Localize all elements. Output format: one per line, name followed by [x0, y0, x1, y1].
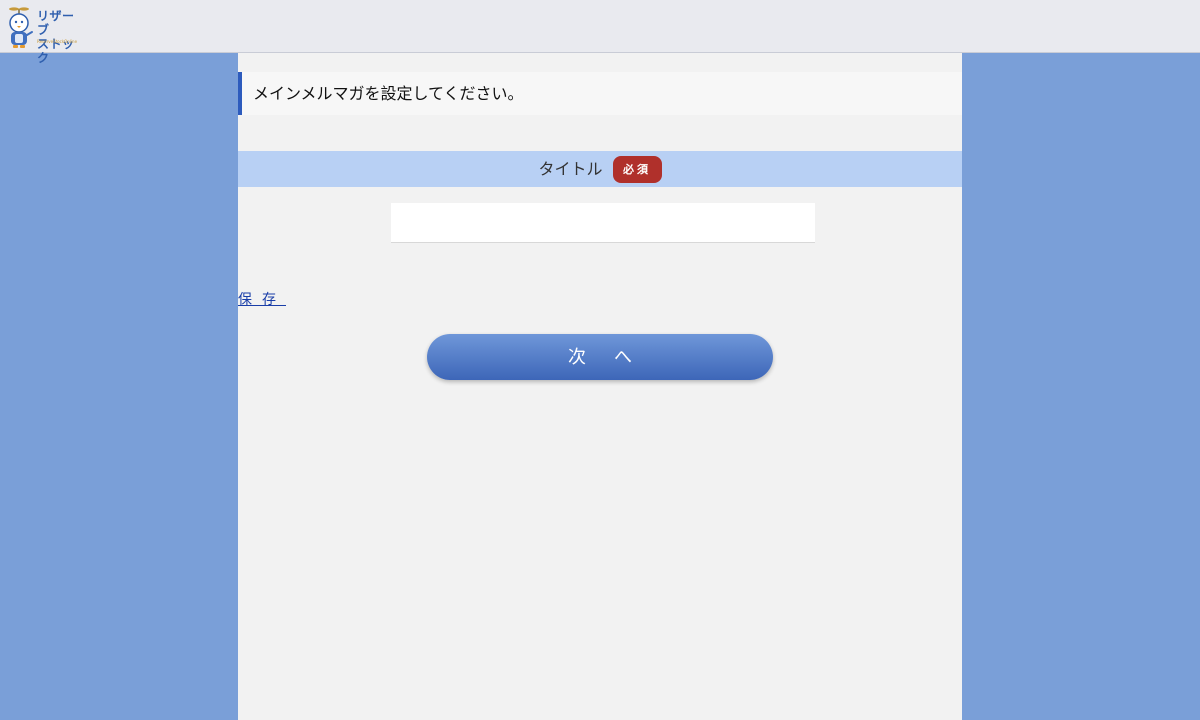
site-logo[interactable]: リザーブ ストック ReserveStockOnline	[4, 6, 86, 65]
next-button[interactable]: 次へ	[427, 334, 773, 380]
logo-text-line1: リザーブ	[37, 9, 75, 37]
title-field-header: タイトル 必須	[238, 151, 962, 187]
logo-text: リザーブ ストック	[37, 9, 86, 65]
top-header: リザーブ ストック ReserveStockOnline	[0, 0, 1200, 65]
bird-mascot-logo-icon	[9, 7, 33, 48]
required-badge: 必須	[612, 156, 662, 183]
save-link[interactable]: 保存	[238, 289, 286, 309]
title-label: タイトル	[538, 159, 603, 179]
page-heading: メインメルマガを設定してください。	[238, 72, 962, 115]
logo-subtext: ReserveStockOnline	[37, 39, 78, 44]
title-input[interactable]	[391, 203, 815, 243]
main-panel: メインメルマガを設定してください。 タイトル 必須 保存 次へ	[238, 53, 962, 720]
